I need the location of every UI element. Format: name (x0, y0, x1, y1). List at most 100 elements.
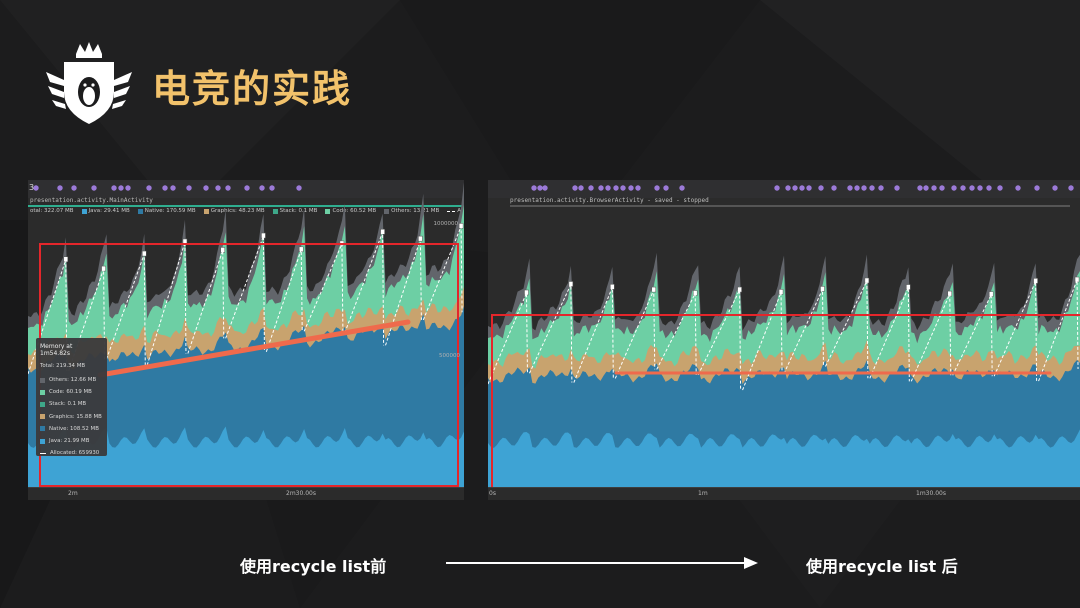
gc-event-dot (71, 185, 77, 191)
time-tick: 1m (698, 490, 708, 497)
tooltip-row-code: Code: 60.19 MB (40, 386, 103, 398)
gc-event-dot (1015, 185, 1021, 191)
tooltip-swatch (40, 438, 45, 444)
gc-event-dot (542, 185, 548, 191)
gc-event-dot (977, 185, 983, 191)
tooltip-row-label: Stack: 0.1 MB (49, 401, 87, 408)
gc-event-dot (170, 185, 176, 191)
gc-event-dot (111, 185, 117, 191)
gc-event-dot (923, 185, 929, 191)
gc-event-dot (663, 185, 669, 191)
caption-after: 使用recycle list 后 (806, 557, 958, 576)
gc-event-dot (91, 185, 97, 191)
tooltip-row-stack: Stack: 0.1 MB (40, 398, 103, 410)
gc-event-dot (588, 185, 594, 191)
gc-event-dot (869, 185, 875, 191)
gc-event-dot (654, 185, 660, 191)
gc-event-dot (847, 185, 853, 191)
gc-event-dot (831, 185, 837, 191)
gc-marker (1033, 278, 1038, 284)
time-tick: 2m (68, 490, 78, 497)
gc-event-dot (215, 185, 221, 191)
gc-event-dot (635, 185, 641, 191)
gc-event-dot (806, 185, 812, 191)
arrow-right-icon (446, 557, 758, 569)
gc-event-dot (785, 185, 791, 191)
gc-event-dot (162, 185, 168, 191)
gc-event-dot (917, 185, 923, 191)
gc-event-dot (605, 185, 611, 191)
gc-event-dot (861, 185, 867, 191)
gc-event-dot (572, 185, 578, 191)
gc-marker (568, 281, 574, 287)
gc-event-dot (118, 185, 124, 191)
tooltip-swatch (40, 414, 45, 420)
tooltip-row-label: Code: 60.19 MB (49, 389, 92, 396)
gc-event-dot (960, 185, 966, 191)
gc-event-dot (259, 185, 265, 191)
tooltip-row-java: Java: 21.99 MB (40, 435, 103, 447)
gc-event-dot (792, 185, 798, 191)
gc-event-dot (818, 185, 824, 191)
gc-event-dot (854, 185, 860, 191)
tooltip-row-others: Others: 12.66 MB (40, 374, 103, 386)
gc-event-dot (244, 185, 250, 191)
gc-event-dot (931, 185, 937, 191)
gc-event-dot (620, 185, 626, 191)
tooltip-row-label: Others: 12.66 MB (49, 377, 97, 384)
tooltip-swatch (40, 401, 45, 407)
gc-marker (820, 286, 825, 292)
gc-event-dot (125, 185, 131, 191)
y-axis-label-mid: 500000 (439, 353, 460, 359)
gc-event-dot (969, 185, 975, 191)
time-axis: 0s 1m 1m30.00s (488, 487, 1080, 500)
memory-profiler-after: presentation.activity.BrowserActivity - … (488, 180, 1080, 500)
gc-event-dot (203, 185, 209, 191)
memory-tooltip: Memory at 1m54.82s Total: 219.34 MB Othe… (36, 338, 107, 456)
time-axis: 2m 2m30.00s (28, 487, 464, 500)
tooltip-row-native: Native: 108.52 MB (40, 423, 103, 435)
gc-event-dot (296, 185, 302, 191)
gc-event-dot (57, 185, 63, 191)
gc-event-dot (578, 185, 584, 191)
gc-event-dot (1052, 185, 1058, 191)
gc-event-dot (1068, 185, 1074, 191)
gc-event-dot (679, 185, 685, 191)
tooltip-row-label: Java: 21.99 MB (49, 438, 90, 445)
crowned-shield-penguin-icon (46, 42, 132, 124)
gc-event-dot (33, 185, 39, 191)
page-title: 电竞的实践 (152, 67, 353, 111)
tooltip-row-allocated: Allocated: 659930 (40, 447, 103, 459)
tooltip-row-label: Graphics: 15.88 MB (49, 413, 102, 420)
tooltip-total: Total: 219.34 MB (40, 363, 86, 369)
gc-event-dot (939, 185, 945, 191)
tooltip-row-label: Allocated: 659930 (50, 450, 100, 457)
gc-event-dot (774, 185, 780, 191)
tooltip-swatch (40, 389, 45, 395)
gc-event-dot (531, 185, 537, 191)
tooltip-title: Memory at 1m54.82s (40, 343, 73, 357)
time-tick: 1m30.00s (916, 490, 946, 497)
gc-event-dot (146, 185, 152, 191)
tooltip-swatch (40, 452, 46, 454)
tooltip-swatch (40, 426, 45, 432)
caption-before: 使用recycle list前 (240, 557, 387, 576)
gc-event-dot (613, 185, 619, 191)
gc-event-dot (269, 185, 275, 191)
gc-event-dot (225, 185, 231, 191)
time-tick: 2m30.00s (286, 490, 316, 497)
gc-event-dot (537, 185, 543, 191)
tooltip-row-label: Native: 108.52 MB (49, 425, 99, 432)
tooltip-swatch (40, 377, 45, 383)
gc-event-dot (1034, 185, 1040, 191)
gc-event-dot (951, 185, 957, 191)
gc-event-dot (894, 185, 900, 191)
gc-event-dot (997, 185, 1003, 191)
tooltip-row-graphics: Graphics: 15.88 MB (40, 411, 103, 423)
memory-stacked-chart (488, 185, 1080, 489)
gc-event-dot (628, 185, 634, 191)
time-tick: 0s (489, 490, 496, 497)
y-axis-label-top: 1000000 (433, 221, 459, 227)
gc-event-dot (186, 185, 192, 191)
gc-event-dot (878, 185, 884, 191)
